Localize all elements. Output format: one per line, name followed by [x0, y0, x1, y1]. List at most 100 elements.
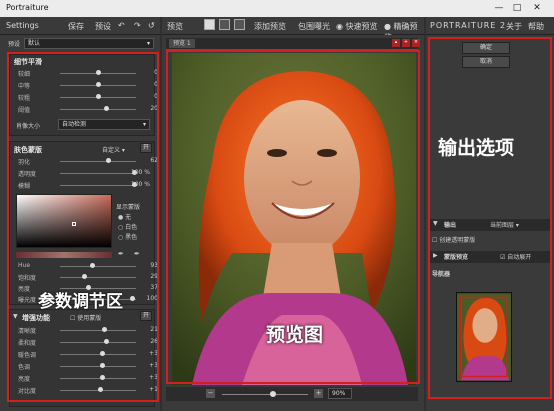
slider-handle[interactable]: [98, 387, 103, 392]
slider-value[interactable]: +1: [134, 386, 158, 393]
zoom-slider-track[interactable]: [222, 394, 308, 395]
slider-row[interactable]: 较细 0: [18, 69, 158, 78]
slider-row[interactable]: 柔和度 26: [18, 338, 158, 347]
show-mask-radio-black[interactable]: ○ 黑色: [118, 232, 137, 241]
slider-value[interactable]: +3: [134, 350, 158, 357]
slider-handle[interactable]: [82, 274, 87, 279]
slider-track[interactable]: [60, 185, 136, 186]
zoom-slider-handle[interactable]: [270, 391, 276, 397]
slider-handle[interactable]: [100, 375, 105, 380]
slider-track[interactable]: [60, 266, 136, 267]
slider-handle[interactable]: [104, 106, 109, 111]
slider-value[interactable]: +3: [134, 362, 158, 369]
slider-track[interactable]: [60, 378, 136, 379]
add-preview-button[interactable]: 添加预览: [254, 21, 286, 32]
slider-row[interactable]: 亮度 +3: [18, 374, 158, 383]
create-mask-checkbox[interactable]: ☐ 创建透明蒙版: [432, 235, 475, 244]
show-mask-radio-none[interactable]: ● 无: [118, 212, 131, 221]
preset-dropdown[interactable]: 默认 ▾: [24, 38, 154, 49]
presets-button[interactable]: 预设: [95, 21, 111, 32]
tab-add-icon[interactable]: +: [402, 39, 410, 47]
clip-toggle[interactable]: 包围曝光: [298, 21, 330, 32]
show-mask-radio-white[interactable]: ○ 白色: [118, 222, 137, 231]
ok-button[interactable]: 确定: [462, 42, 510, 54]
slider-row[interactable]: 透明度 100 %: [18, 169, 158, 178]
save-button[interactable]: 保存: [68, 21, 84, 32]
slider-row[interactable]: 中等 0: [18, 81, 158, 90]
slider-track[interactable]: [60, 366, 136, 367]
slider-value[interactable]: 26: [134, 338, 158, 345]
slider-handle[interactable]: [96, 94, 101, 99]
slider-row[interactable]: 色调 +3: [18, 362, 158, 371]
slider-handle[interactable]: [96, 82, 101, 87]
slider-handle[interactable]: [96, 70, 101, 75]
slider-row[interactable]: 暖色调 +3: [18, 350, 158, 359]
slider-row[interactable]: 清晰度 21: [18, 326, 158, 335]
about-button[interactable]: 关于: [506, 21, 522, 32]
split-vertical-icon[interactable]: [234, 19, 245, 30]
output-target-dropdown[interactable]: 当前图层 ▾: [490, 220, 519, 229]
navigator-thumbnail[interactable]: [456, 292, 512, 382]
portrait-size-dropdown[interactable]: 自动检测 ▾: [58, 119, 150, 130]
slider-handle[interactable]: [100, 363, 105, 368]
slider-row[interactable]: 对比度 +1: [18, 386, 158, 395]
mask-mode-dropdown[interactable]: 自定义 ▾: [102, 145, 125, 154]
zoom-out-icon[interactable]: −: [206, 389, 215, 398]
eyedropper-icon[interactable]: ✒: [118, 250, 124, 258]
zoom-in-icon[interactable]: +: [314, 389, 323, 398]
collapse-arrow-icon[interactable]: ▼: [13, 313, 18, 320]
hue-range-bar[interactable]: [16, 252, 112, 258]
fast-preview-radio[interactable]: ◉ 快速预览: [336, 21, 378, 32]
auto-open-checkbox[interactable]: ☑ 自动展开: [500, 252, 531, 261]
reset-icon[interactable]: ↺: [148, 21, 155, 30]
slider-value[interactable]: 21: [134, 326, 158, 333]
single-view-icon[interactable]: [204, 19, 215, 30]
maximize-icon[interactable]: □: [510, 2, 524, 14]
slider-value[interactable]: 100 %: [126, 169, 150, 176]
slider-value[interactable]: 62: [134, 157, 158, 164]
tab-preview-1[interactable]: 预览 1: [169, 39, 195, 48]
slider-value[interactable]: 20: [134, 105, 158, 112]
tab-close-icon[interactable]: ×: [412, 39, 420, 47]
help-button[interactable]: 帮助: [528, 21, 544, 32]
color-picker-marker[interactable]: [72, 222, 76, 226]
slider-row[interactable]: Hue 93: [18, 262, 158, 270]
slider-value[interactable]: +3: [134, 374, 158, 381]
slider-row[interactable]: 模糊 100 %: [18, 181, 158, 190]
color-picker-field[interactable]: [16, 194, 112, 248]
redo-icon[interactable]: ↷: [134, 21, 141, 30]
slider-value[interactable]: 100: [134, 295, 158, 302]
slider-track[interactable]: [60, 277, 136, 278]
close-icon[interactable]: ✕: [530, 2, 544, 14]
slider-track[interactable]: [60, 161, 136, 162]
slider-handle[interactable]: [104, 339, 109, 344]
slider-handle[interactable]: [106, 158, 111, 163]
slider-value[interactable]: 0: [134, 93, 158, 100]
slider-track[interactable]: [60, 173, 136, 174]
cancel-button[interactable]: 取消: [462, 56, 510, 68]
expand-arrow-icon[interactable]: ▶: [433, 252, 438, 259]
slider-value[interactable]: 93: [134, 262, 158, 269]
slider-value[interactable]: 0: [134, 69, 158, 76]
slider-handle[interactable]: [90, 263, 95, 268]
slider-value[interactable]: 0: [134, 81, 158, 88]
slider-track[interactable]: [60, 330, 136, 331]
slider-value[interactable]: 37: [134, 284, 158, 291]
split-horizontal-icon[interactable]: [219, 19, 230, 30]
use-mask-checkbox[interactable]: ☐ 使用蒙版: [70, 313, 101, 322]
zoom-level-dropdown[interactable]: 90%: [328, 388, 352, 399]
tab-up-icon[interactable]: ▴: [392, 39, 400, 47]
slider-track[interactable]: [60, 354, 136, 355]
undo-icon[interactable]: ↶: [118, 21, 125, 30]
eyedropper-plus-icon[interactable]: ✒: [134, 250, 140, 258]
slider-track[interactable]: [60, 342, 136, 343]
mask-toggle-button[interactable]: 开: [140, 143, 152, 153]
slider-row[interactable]: 饱和度 29: [18, 273, 158, 282]
slider-handle[interactable]: [100, 351, 105, 356]
slider-row[interactable]: 较粗 0: [18, 93, 158, 102]
expand-arrow-icon[interactable]: ▼: [433, 220, 438, 227]
minimize-icon[interactable]: —: [492, 2, 506, 14]
slider-handle[interactable]: [102, 327, 107, 332]
enhance-toggle-button[interactable]: 开: [140, 311, 152, 321]
slider-row[interactable]: 阈值 20: [18, 105, 158, 114]
